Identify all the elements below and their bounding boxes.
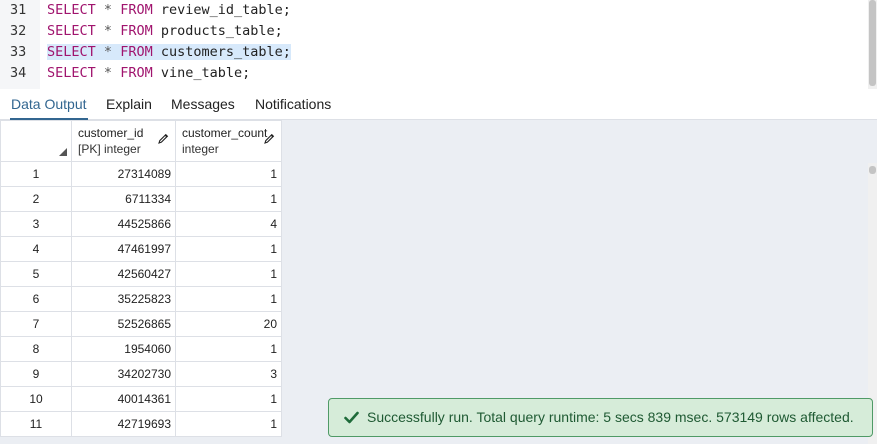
- row-number[interactable]: 8: [0, 336, 72, 362]
- row-number[interactable]: 10: [0, 386, 72, 412]
- cell-customer-id[interactable]: 34202730: [71, 361, 176, 387]
- line-number: 32: [10, 23, 27, 39]
- cell-customer-id[interactable]: 1954060: [71, 336, 176, 362]
- cell-customer-count[interactable]: 1: [175, 411, 282, 437]
- sql-keyword: SELECT: [47, 65, 96, 81]
- row-number[interactable]: 5: [0, 261, 72, 287]
- cell-customer-id[interactable]: 44525866: [71, 211, 176, 237]
- cell-customer-count[interactable]: 3: [175, 361, 282, 387]
- table-row[interactable]: 3 44525866 4: [0, 211, 282, 237]
- table-row[interactable]: 4 47461997 1: [0, 236, 282, 262]
- cell-customer-id[interactable]: 27314089: [71, 161, 176, 187]
- select-all-corner[interactable]: [0, 120, 72, 162]
- cell-customer-count[interactable]: 1: [175, 286, 282, 312]
- result-table: customer_id [PK] integer customer_count …: [0, 120, 282, 437]
- table-row[interactable]: 2 6711334 1: [0, 186, 282, 212]
- cell-customer-id[interactable]: 35225823: [71, 286, 176, 312]
- grid-scrollbar-thumb[interactable]: [869, 166, 876, 174]
- tab-explain[interactable]: Explain: [105, 89, 153, 120]
- column-header-customer-id[interactable]: customer_id [PK] integer: [71, 120, 176, 162]
- line-number: 33: [10, 44, 27, 60]
- cell-customer-count[interactable]: 20: [175, 311, 282, 337]
- row-number[interactable]: 3: [0, 211, 72, 237]
- row-number[interactable]: 6: [0, 286, 72, 312]
- pencil-icon[interactable]: [158, 133, 169, 144]
- code-line[interactable]: 34 SELECT * FROM vine_table;: [0, 63, 868, 84]
- cell-customer-id[interactable]: 47461997: [71, 236, 176, 262]
- sql-operator: *: [103, 65, 113, 81]
- cell-customer-id[interactable]: 6711334: [71, 186, 176, 212]
- sql-operator: *: [103, 23, 113, 39]
- table-row[interactable]: 5 42560427 1: [0, 261, 282, 287]
- line-number: 34: [10, 65, 27, 81]
- cell-customer-count[interactable]: 1: [175, 161, 282, 187]
- row-number[interactable]: 4: [0, 236, 72, 262]
- code-line[interactable]: 31 SELECT * FROM review_id_table;: [0, 0, 868, 21]
- success-notification: Successfully run. Total query runtime: 5…: [328, 398, 873, 437]
- sql-table-name: vine_table;: [160, 65, 251, 81]
- row-number[interactable]: 7: [0, 311, 72, 337]
- pencil-icon[interactable]: [264, 133, 275, 144]
- select-all-icon: [59, 148, 67, 156]
- sql-keyword: SELECT: [47, 2, 96, 18]
- table-row[interactable]: 7 52526865 20: [0, 311, 282, 337]
- sql-table-name: review_id_table;: [160, 2, 291, 18]
- cell-customer-count[interactable]: 1: [175, 261, 282, 287]
- cell-customer-count[interactable]: 4: [175, 211, 282, 237]
- cell-customer-id[interactable]: 42719693: [71, 411, 176, 437]
- column-type: integer: [182, 142, 219, 156]
- cell-customer-id[interactable]: 52526865: [71, 311, 176, 337]
- cell-customer-count[interactable]: 1: [175, 236, 282, 262]
- table-row[interactable]: 6 35225823 1: [0, 286, 282, 312]
- sql-keyword: FROM: [120, 2, 153, 18]
- table-row[interactable]: 8 1954060 1: [0, 336, 282, 362]
- sql-table-name: customers_table;: [160, 44, 291, 60]
- sql-operator: *: [103, 2, 113, 18]
- selection-highlight: SELECT * FROM customers_table;: [47, 44, 291, 60]
- row-number[interactable]: 11: [0, 411, 72, 437]
- table-row[interactable]: 1 27314089 1: [0, 161, 282, 187]
- sql-operator: *: [103, 44, 113, 60]
- sql-keyword: SELECT: [47, 23, 96, 39]
- data-output-grid[interactable]: customer_id [PK] integer customer_count …: [0, 120, 877, 444]
- check-icon: [344, 411, 359, 424]
- cell-customer-count[interactable]: 1: [175, 336, 282, 362]
- row-number[interactable]: 9: [0, 361, 72, 387]
- notification-message: Successfully run. Total query runtime: 5…: [367, 409, 854, 425]
- tab-messages[interactable]: Messages: [170, 89, 236, 120]
- output-tab-bar: Data Output Explain Messages Notificatio…: [0, 89, 877, 121]
- sql-editor[interactable]: 31 SELECT * FROM review_id_table; 32 SEL…: [0, 0, 877, 89]
- sql-keyword: FROM: [120, 65, 153, 81]
- line-number: 31: [10, 2, 27, 18]
- cell-customer-id[interactable]: 42560427: [71, 261, 176, 287]
- sql-keyword: FROM: [120, 44, 153, 60]
- tab-notifications[interactable]: Notifications: [254, 89, 332, 120]
- column-header-customer-count[interactable]: customer_count integer: [175, 120, 282, 162]
- sql-keyword: SELECT: [47, 44, 96, 60]
- tab-data-output[interactable]: Data Output: [10, 89, 88, 121]
- code-line-selected[interactable]: 33 SELECT * FROM customers_table;: [0, 42, 868, 63]
- cell-customer-count[interactable]: 1: [175, 186, 282, 212]
- column-type: [PK] integer: [78, 142, 141, 156]
- editor-scrollbar-thumb[interactable]: [869, 0, 876, 86]
- row-number[interactable]: 1: [0, 161, 72, 187]
- cell-customer-id[interactable]: 40014361: [71, 386, 176, 412]
- sql-keyword: FROM: [120, 23, 153, 39]
- sql-table-name: products_table;: [160, 23, 283, 39]
- row-number[interactable]: 2: [0, 186, 72, 212]
- editor-scrollbar[interactable]: [868, 0, 877, 89]
- code-line[interactable]: 32 SELECT * FROM products_table;: [0, 21, 868, 42]
- cell-customer-count[interactable]: 1: [175, 386, 282, 412]
- column-name: customer_count: [182, 126, 268, 140]
- column-name: customer_id: [78, 126, 144, 140]
- table-row[interactable]: 9 34202730 3: [0, 361, 282, 387]
- table-row[interactable]: 11 42719693 1: [0, 411, 282, 437]
- table-row[interactable]: 10 40014361 1: [0, 386, 282, 412]
